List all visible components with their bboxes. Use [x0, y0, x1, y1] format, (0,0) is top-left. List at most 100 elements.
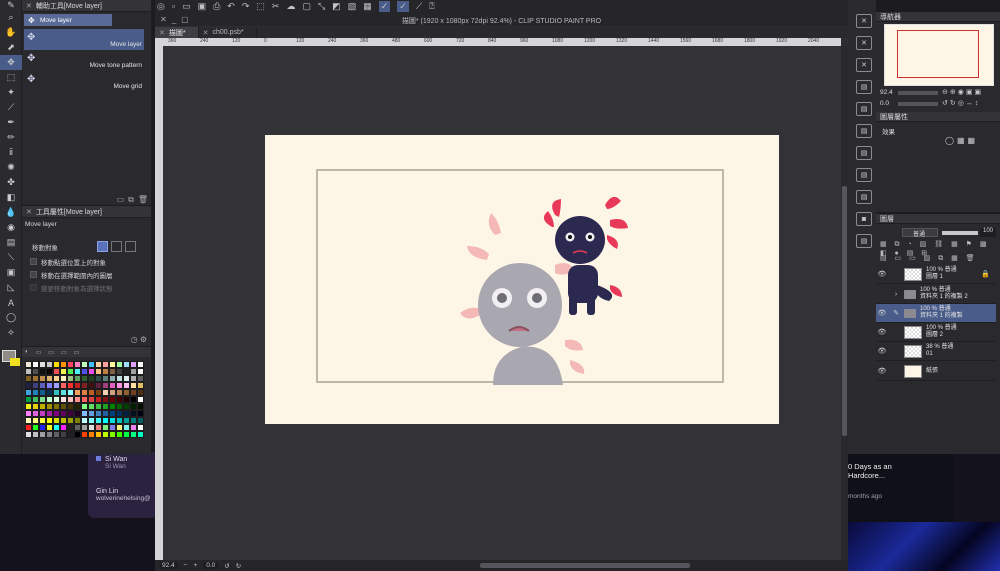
layer-row[interactable]: 👁 ✎ 100 % 普通 資料夾 1 的複製 [876, 304, 996, 323]
color-swatch[interactable] [25, 417, 32, 424]
color-swatch[interactable] [109, 431, 116, 438]
color-swatch[interactable] [39, 410, 46, 417]
color-swatch[interactable] [60, 417, 67, 424]
color-swatch[interactable] [32, 410, 39, 417]
color-swatch[interactable] [39, 424, 46, 431]
color-swatch[interactable] [67, 417, 74, 424]
close-icon[interactable]: ✕ [26, 2, 32, 10]
eye-icon[interactable]: 👁 [876, 270, 888, 278]
scrollbar-thumb[interactable] [842, 186, 847, 436]
pencil-icon[interactable]: ✏ [0, 130, 22, 145]
save-icon[interactable]: ▣ [198, 1, 207, 12]
color-swatch[interactable] [60, 396, 67, 403]
color-swatch[interactable] [116, 403, 123, 410]
eye-icon[interactable]: 👁 [876, 347, 888, 355]
color-swatch[interactable] [116, 382, 123, 389]
color-swatch[interactable] [95, 389, 102, 396]
layer-icon[interactable]: ▤ [856, 146, 872, 160]
color-swatch[interactable] [46, 396, 53, 403]
color-swatch[interactable] [67, 389, 74, 396]
color-swatch[interactable] [32, 431, 39, 438]
color-swatch[interactable] [137, 417, 144, 424]
color-swatch[interactable] [109, 396, 116, 403]
folder-expand-icon[interactable]: › [888, 291, 904, 298]
color-swatch[interactable] [25, 375, 32, 382]
sub-tool-item-move-tone[interactable]: ✥ Move tone pattern [24, 50, 144, 71]
eye-icon[interactable]: 👁 [876, 309, 888, 317]
color-swatch[interactable] [60, 431, 67, 438]
color-swatch[interactable] [102, 424, 109, 431]
option-checkbox[interactable] [30, 258, 37, 265]
color-swatch[interactable] [137, 403, 144, 410]
color-swatch[interactable] [116, 368, 123, 375]
color-swatch[interactable] [95, 375, 102, 382]
color-swatch[interactable] [102, 410, 109, 417]
color-swatch[interactable] [88, 417, 95, 424]
color-swatch[interactable] [81, 382, 88, 389]
layer-row[interactable]: › 100 % 普通 資料夾 1 的複製 2 [876, 285, 996, 304]
color-swatch[interactable] [46, 361, 53, 368]
eye-icon[interactable]: 👁 [876, 367, 888, 375]
opacity-slider[interactable] [942, 231, 978, 235]
app-icon[interactable]: ◎ [157, 1, 165, 12]
zoom-icon[interactable]: ⌕ [0, 10, 22, 25]
color-swatch[interactable] [53, 382, 60, 389]
color-swatch[interactable] [88, 368, 95, 375]
tab-canvas-1[interactable]: ✕ 描圖* [155, 27, 199, 38]
color-swatch[interactable] [32, 361, 39, 368]
undo-icon[interactable]: ↶ [227, 1, 235, 12]
color-swatch[interactable] [60, 375, 67, 382]
color-wheel-tab-icon[interactable]: ◐ [25, 349, 29, 355]
reset-icon[interactable]: ◷ ⚙ [131, 335, 147, 344]
color-swatch[interactable] [88, 431, 95, 438]
color-swatch[interactable] [81, 368, 88, 375]
color-swatch[interactable] [102, 382, 109, 389]
eyedropper-icon[interactable]: ⟋ [0, 100, 22, 115]
color-swatch[interactable] [109, 382, 116, 389]
color-swatch[interactable] [81, 417, 88, 424]
color-swatch[interactable] [39, 361, 46, 368]
brush-icon[interactable]: ✎ [0, 0, 22, 10]
blend-icon[interactable]: 💧 [0, 205, 22, 220]
color-swatch[interactable] [74, 417, 81, 424]
lock-icon[interactable]: 🔒 [981, 270, 990, 278]
color-swatch[interactable] [102, 375, 109, 382]
color-swatch[interactable] [53, 410, 60, 417]
sub-tool-item-move-grid[interactable]: ✥ Move grid [24, 71, 144, 92]
target-tone-toggle[interactable] [111, 241, 122, 252]
color-swatch[interactable] [88, 396, 95, 403]
color-swatch[interactable] [81, 389, 88, 396]
color-swatch[interactable] [81, 396, 88, 403]
color-swatch[interactable] [60, 368, 67, 375]
color-swatch[interactable] [123, 431, 130, 438]
color-swatch[interactable] [102, 417, 109, 424]
color-swatch[interactable] [88, 389, 95, 396]
navigator-rotation-slider[interactable] [898, 102, 938, 106]
color-swatch[interactable] [116, 417, 123, 424]
horizontal-scrollbar-thumb[interactable] [480, 563, 690, 568]
navigator-zoom-buttons[interactable]: ⊖⊕◉▣▣ [942, 88, 983, 96]
color-swatch[interactable] [46, 382, 53, 389]
close-icon[interactable]: ✕ [856, 58, 872, 72]
color-swatch[interactable] [130, 375, 137, 382]
stroke-icon-3[interactable]: ⟋ [416, 1, 422, 12]
color-swatch[interactable] [32, 375, 39, 382]
tab-canvas-2[interactable]: ✕ ch00.psb* [199, 27, 257, 38]
color-swatch[interactable] [130, 431, 137, 438]
color-swatch[interactable] [130, 396, 137, 403]
color-swatch[interactable] [32, 368, 39, 375]
color-swatch[interactable] [74, 375, 81, 382]
color-swatch[interactable] [123, 410, 130, 417]
color-swatch[interactable] [74, 410, 81, 417]
color-swatch[interactable] [25, 396, 32, 403]
trash-icon[interactable]: 🗑 [138, 195, 148, 205]
deselect-icon[interactable]: ⬚ [256, 1, 265, 12]
color-swatch[interactable] [25, 424, 32, 431]
settings-icon[interactable]: ▭ [117, 195, 125, 205]
color-swatch[interactable] [95, 361, 102, 368]
layer-row[interactable]: 👁 38 % 普通 01 [876, 342, 996, 361]
correct-line-icon[interactable]: ⟡ [0, 325, 22, 340]
navigator-viewport[interactable] [897, 30, 979, 78]
color-swatch[interactable] [116, 431, 123, 438]
color-swatch[interactable] [123, 403, 130, 410]
